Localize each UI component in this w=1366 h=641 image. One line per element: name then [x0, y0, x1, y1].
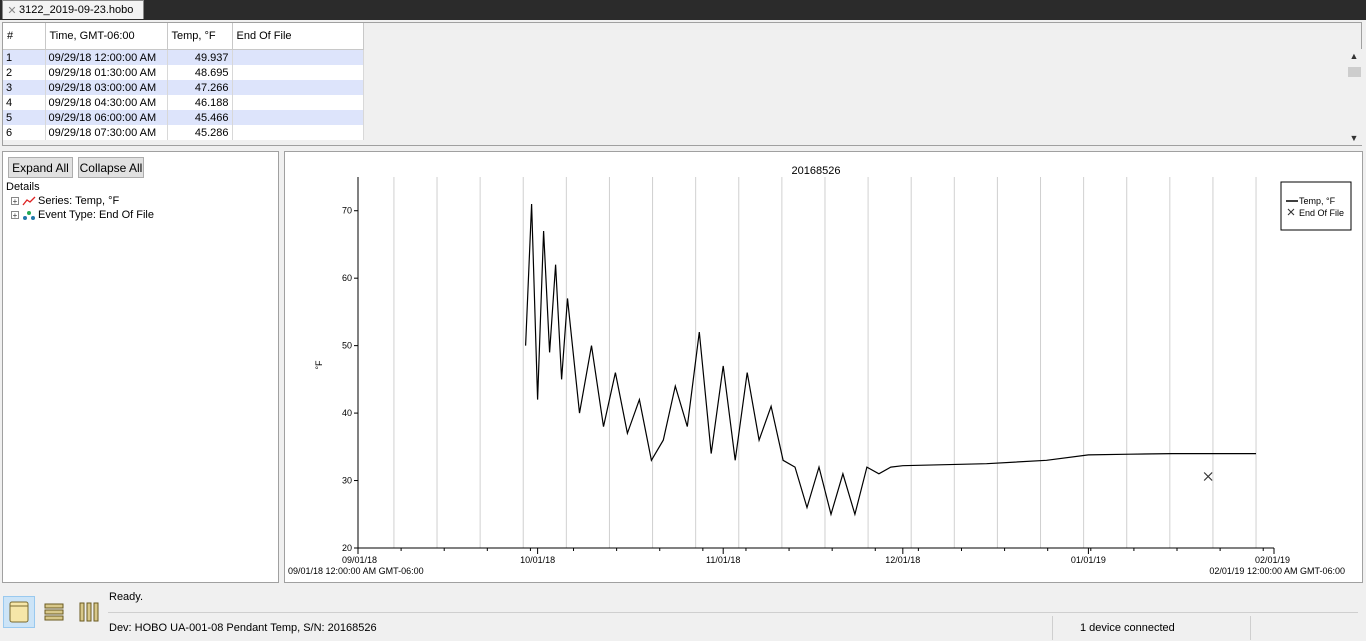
- table-cell: [232, 110, 364, 125]
- column-view-icon[interactable]: [73, 596, 105, 628]
- data-table-panel: # Time, GMT-06:00 Temp, °F End Of File 1…: [2, 22, 1362, 146]
- table-cell: 45.286: [167, 125, 233, 140]
- tab-strip: [0, 0, 1366, 20]
- tree-item-event-type[interactable]: + Event Type: End Of File: [11, 208, 154, 222]
- temp-series-line: [525, 203, 1256, 517]
- column-header-index[interactable]: #: [3, 23, 46, 50]
- x-tick-label: 09/01/18: [342, 555, 377, 565]
- scroll-up-icon[interactable]: ▲: [1346, 51, 1362, 63]
- table-cell: 3: [3, 80, 46, 95]
- line-series-icon: [22, 196, 36, 206]
- table-cell: [232, 80, 364, 95]
- status-divider: [108, 612, 1358, 613]
- event-type-icon: [23, 211, 35, 220]
- status-connected: 1 device connected: [1080, 622, 1175, 634]
- legend-entry: End Of File: [1299, 208, 1344, 218]
- close-tab-icon[interactable]: ✕: [5, 4, 19, 17]
- list-view-icon[interactable]: [38, 596, 70, 628]
- table-row[interactable]: 1 09/29/18 12:00:00 AM 49.937: [3, 49, 364, 65]
- y-tick-label: 30: [342, 476, 352, 486]
- table-cell: 1: [3, 49, 46, 65]
- notebook-view-icon[interactable]: [3, 596, 35, 628]
- table-cell: 6: [3, 125, 46, 140]
- y-tick-label: 20: [342, 543, 352, 553]
- table-cell: 49.937: [167, 49, 233, 65]
- table-cell: 45.466: [167, 110, 233, 125]
- end-of-file-marker: [1203, 472, 1213, 481]
- temperature-chart[interactable]: 20 30 40 50 60 70 09/01/18 10/01/18 11/01/18 12/0…: [285, 152, 1362, 582]
- x-tick-label: 01/01/19: [1071, 555, 1106, 565]
- table-row[interactable]: 3 09/29/18 03:00:00 AM 47.266: [3, 80, 364, 95]
- file-tab[interactable]: ✕ 3122_2019-09-23.hobo: [2, 0, 144, 19]
- scroll-down-icon[interactable]: ▼: [1346, 133, 1362, 145]
- table-cell: 09/29/18 06:00:00 AM: [45, 110, 168, 125]
- table-row[interactable]: 6 09/29/18 07:30:00 AM 45.286: [3, 125, 364, 140]
- tree-item-series[interactable]: + Series: Temp, °F: [11, 194, 119, 208]
- y-tick-label: 50: [342, 341, 352, 351]
- chart-title: 20168526: [792, 165, 841, 177]
- tree-item-label: Event Type: End Of File: [38, 209, 154, 221]
- file-tab-label: 3122_2019-09-23.hobo: [19, 4, 134, 16]
- expand-icon[interactable]: +: [11, 197, 19, 206]
- table-cell: 48.695: [167, 65, 233, 80]
- y-tick-label: 40: [342, 408, 352, 418]
- status-separator: [1250, 616, 1251, 640]
- details-root[interactable]: Details: [6, 180, 40, 194]
- table-row[interactable]: 5 09/29/18 06:00:00 AM 45.466: [3, 110, 364, 125]
- x-tick-label: 12/01/18: [885, 555, 920, 565]
- chart-panel: 20 30 40 50 60 70 09/01/18 10/01/18 11/01/18 12/0…: [284, 151, 1363, 583]
- table-cell: 2: [3, 65, 46, 80]
- collapse-all-button[interactable]: Collapse All: [78, 157, 144, 178]
- y-tick-label: 70: [342, 206, 352, 216]
- scroll-thumb[interactable]: [1348, 67, 1361, 77]
- x-tick-label: 11/01/18: [706, 555, 740, 565]
- table-cell: [232, 65, 364, 80]
- details-panel: Expand All Collapse All Details + Series…: [2, 151, 279, 583]
- table-cell: 09/29/18 07:30:00 AM: [45, 125, 168, 140]
- table-scrollbar[interactable]: ▲ ▼: [1346, 49, 1362, 145]
- table-cell: 09/29/18 12:00:00 AM: [45, 49, 168, 65]
- status-device: Dev: HOBO UA-001-08 Pendant Temp, S/N: 2…: [109, 622, 377, 634]
- table-cell: [232, 95, 364, 110]
- expand-all-button[interactable]: Expand All: [8, 157, 73, 178]
- column-header-time[interactable]: Time, GMT-06:00: [45, 23, 168, 50]
- legend-entry: Temp, °F: [1299, 196, 1336, 206]
- table-cell: 09/29/18 04:30:00 AM: [45, 95, 168, 110]
- table-row[interactable]: 2 09/29/18 01:30:00 AM 48.695: [3, 65, 364, 80]
- status-separator: [1052, 616, 1053, 640]
- table-cell: 46.188: [167, 95, 233, 110]
- table-cell: 4: [3, 95, 46, 110]
- x-end-label: 02/01/19 12:00:00 AM GMT-06:00: [1209, 566, 1345, 576]
- x-tick-label: 02/01/19: [1255, 555, 1290, 565]
- table-cell: [232, 125, 364, 140]
- table-cell: [232, 49, 364, 65]
- table-cell: 5: [3, 110, 46, 125]
- column-header-temp[interactable]: Temp, °F: [167, 23, 233, 50]
- data-table: # Time, GMT-06:00 Temp, °F End Of File 1…: [3, 23, 364, 140]
- table-cell: 09/29/18 01:30:00 AM: [45, 65, 168, 80]
- y-axis-label: °F: [314, 360, 324, 370]
- tree-item-label: Series: Temp, °F: [38, 195, 120, 207]
- x-tick-label: 10/01/18: [520, 555, 555, 565]
- table-cell: 09/29/18 03:00:00 AM: [45, 80, 168, 95]
- table-cell: 47.266: [167, 80, 233, 95]
- table-row[interactable]: 4 09/29/18 04:30:00 AM 46.188: [3, 95, 364, 110]
- expand-icon[interactable]: +: [11, 211, 19, 220]
- column-header-end-of-file[interactable]: End Of File: [232, 23, 364, 50]
- x-start-label: 09/01/18 12:00:00 AM GMT-06:00: [288, 566, 424, 576]
- y-tick-label: 60: [342, 273, 352, 283]
- status-ready: Ready.: [109, 591, 144, 603]
- legend-box: [1280, 181, 1352, 231]
